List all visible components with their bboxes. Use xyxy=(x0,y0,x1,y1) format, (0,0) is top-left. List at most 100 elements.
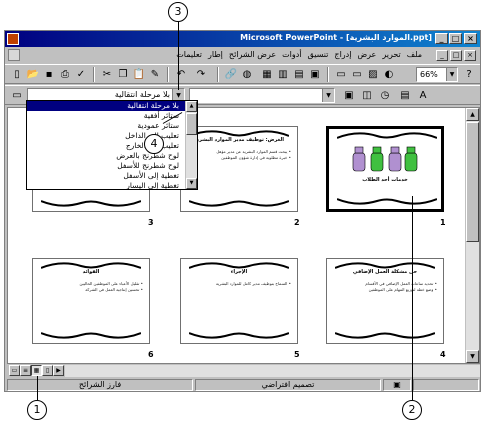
powerpoint-app-icon[interactable] xyxy=(7,33,19,45)
menu-edit[interactable]: تحرير xyxy=(382,50,400,59)
preset-animation-select[interactable]: ▼ xyxy=(189,88,335,103)
print-icon[interactable]: ⎙ xyxy=(57,67,73,82)
doc-minimize-button[interactable]: _ xyxy=(436,50,448,61)
slide-thumbnail-4[interactable]: حل مشكلة العمل الإضافي • تحديد ساعات الع… xyxy=(326,258,444,344)
toolbar-separator xyxy=(327,67,329,82)
slide-view-icon[interactable]: ▯ xyxy=(42,365,53,376)
slide-title: الإجراء xyxy=(230,269,248,275)
menu-slideshow[interactable]: عرض الشرائح xyxy=(229,50,276,59)
transition-option[interactable]: تعليب إلى الداخل xyxy=(27,131,197,141)
transition-option[interactable]: بلا مرحلة انتقالية xyxy=(27,101,197,111)
slide-thumbnail-1[interactable]: خدمات أحد الطلاب xyxy=(326,126,444,212)
layout-icon[interactable]: ▭ xyxy=(349,67,365,82)
doc-close-button[interactable]: × xyxy=(464,50,476,61)
window-title: Microsoft PowerPoint - [الموارد البشرية.… xyxy=(240,33,432,42)
transition-dropdown-list[interactable]: بلا مرحلة انتقالية ستائر أفقية ستائر عمو… xyxy=(26,100,198,190)
dropdown-scrollbar[interactable]: ▲ ▼ xyxy=(185,101,197,189)
transition-option[interactable]: تعليب إلى الخارج xyxy=(27,141,197,151)
spell-icon[interactable]: ✓ xyxy=(73,67,89,82)
new-slide-icon[interactable]: ▭ xyxy=(333,67,349,82)
save-icon[interactable]: ▪ xyxy=(41,67,57,82)
slide-thumbnail-5[interactable]: الإجراء • السماح بتوظيف مدير كامل للموار… xyxy=(180,258,298,344)
menu-format[interactable]: تنسيق xyxy=(308,50,329,59)
slide-bullet: • تحسين إنتاجية العمل في الشركة xyxy=(85,287,143,292)
transition-option[interactable]: لوح شطرنج للأسفل xyxy=(27,161,197,171)
slide-bullet: • وضع خطة لتوزيع المهام على الموظفين xyxy=(368,287,437,292)
slide-number: 2 xyxy=(294,218,300,227)
slide-number: 6 xyxy=(148,350,154,359)
slide-bullet: • السماح بتوظيف مدير كامل للموارد البشري… xyxy=(215,281,291,286)
slide-title: حل مشكلة العمل الإضافي xyxy=(352,269,418,275)
menu-help[interactable]: تعليمات xyxy=(176,50,202,59)
hide-slide-icon[interactable]: ◫ xyxy=(359,88,375,103)
scroll-thumb[interactable] xyxy=(466,122,479,242)
web-icon[interactable]: ◍ xyxy=(239,67,255,82)
transition-option[interactable]: تغطية إلى اليسار xyxy=(27,181,197,189)
callout-1: 1 xyxy=(27,400,47,420)
scroll-up-icon[interactable]: ▲ xyxy=(186,101,197,112)
swirl-decoration xyxy=(41,332,141,339)
transition-icon[interactable]: ▭ xyxy=(9,88,25,103)
slide-number: 4 xyxy=(440,350,446,359)
hyperlink-icon[interactable]: 🔗 xyxy=(223,67,239,82)
redo-icon[interactable]: ↷ xyxy=(193,67,209,82)
document-icon[interactable] xyxy=(8,49,20,61)
status-empty xyxy=(413,379,479,391)
transition-option[interactable]: لوح شطرنج بالعرض xyxy=(27,151,197,161)
new-icon[interactable]: ▯ xyxy=(9,67,25,82)
callout-leader xyxy=(37,376,38,400)
insert-chart-icon[interactable]: ▤ xyxy=(291,67,307,82)
format-painter-icon[interactable]: ✎ xyxy=(147,67,163,82)
status-bar: فارز الشرائح تصميم افتراضي ▣ xyxy=(5,378,480,392)
callout-4: 4 xyxy=(144,134,164,154)
slide-number: 1 xyxy=(440,218,446,227)
black-white-icon[interactable]: ◐ xyxy=(381,67,397,82)
horizontal-scrollbar[interactable] xyxy=(65,365,480,377)
zoom-select[interactable]: 66% ▼ xyxy=(416,67,458,82)
scroll-thumb[interactable] xyxy=(186,113,197,135)
rehearse-timings-icon[interactable]: ◷ xyxy=(377,88,393,103)
animation-preview-icon[interactable]: ▣ xyxy=(341,88,357,103)
slideshow-view-icon[interactable]: ▶ xyxy=(53,365,64,376)
callout-3: 3 xyxy=(168,2,188,22)
maximize-button[interactable]: □ xyxy=(449,33,462,44)
doc-restore-button[interactable]: □ xyxy=(450,50,462,61)
menu-file[interactable]: ملف xyxy=(407,50,422,59)
slide-sorter-view-icon[interactable]: ▦ xyxy=(31,365,42,376)
table-icon[interactable]: ▦ xyxy=(259,67,275,82)
chevron-down-icon[interactable]: ▼ xyxy=(446,68,457,81)
open-icon[interactable]: 📂 xyxy=(25,67,41,82)
minimize-button[interactable]: _ xyxy=(435,33,448,44)
close-button[interactable]: × xyxy=(464,33,477,44)
normal-view-icon[interactable]: ▭ xyxy=(9,365,20,376)
insert-clipart-icon[interactable]: ▣ xyxy=(307,67,323,82)
zoom-value: 66% xyxy=(420,70,438,79)
show-formatting-icon[interactable]: A xyxy=(415,88,431,103)
powerpoint-window: Microsoft PowerPoint - [الموارد البشرية.… xyxy=(4,30,481,392)
transition-option[interactable]: تغطية إلى الأسفل xyxy=(27,171,197,181)
slide-title: الفوائد xyxy=(82,269,100,275)
chart-icon[interactable]: ▥ xyxy=(275,67,291,82)
chevron-down-icon[interactable]: ▼ xyxy=(322,89,334,102)
slide-thumbnail-6[interactable]: الفوائد • تقليل الأعباء على الموظفين الح… xyxy=(32,258,150,344)
scroll-down-icon[interactable]: ▼ xyxy=(186,178,197,189)
menu-insert[interactable]: إدراج xyxy=(334,50,351,59)
cut-icon[interactable]: ✂ xyxy=(99,67,115,82)
help-icon[interactable]: ? xyxy=(461,67,477,82)
menu-window[interactable]: إطار xyxy=(208,50,223,59)
outline-view-icon[interactable]: ≡ xyxy=(20,365,31,376)
swirl-decoration xyxy=(41,200,141,207)
vertical-scrollbar[interactable]: ▲ ▼ xyxy=(465,108,479,363)
paste-icon[interactable]: 📋 xyxy=(131,67,147,82)
menu-tools[interactable]: أدوات xyxy=(282,50,301,59)
scroll-up-icon[interactable]: ▲ xyxy=(466,108,479,121)
transition-option[interactable]: ستائر أفقية xyxy=(27,111,197,121)
transition-option[interactable]: ستائر عمودية xyxy=(27,121,197,131)
scroll-down-icon[interactable]: ▼ xyxy=(466,350,479,363)
menu-view[interactable]: عرض xyxy=(357,50,376,59)
summary-slide-icon[interactable]: ▤ xyxy=(397,88,413,103)
copy-icon[interactable]: ❐ xyxy=(115,67,131,82)
callout-leader xyxy=(178,22,179,90)
apply-design-icon[interactable]: ▨ xyxy=(365,67,381,82)
undo-icon[interactable]: ↶ xyxy=(173,67,189,82)
